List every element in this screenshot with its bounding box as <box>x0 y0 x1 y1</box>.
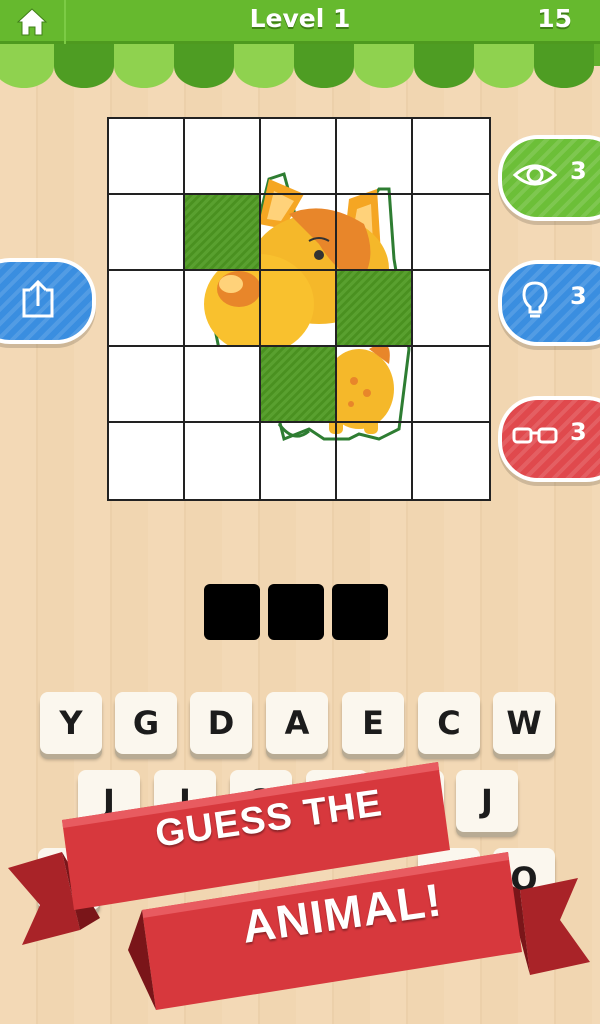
tile <box>261 271 337 347</box>
tile <box>261 195 337 271</box>
answer-slot[interactable] <box>204 584 260 640</box>
tile[interactable] <box>109 271 185 347</box>
coin-count: 15 <box>537 4 572 33</box>
tile[interactable] <box>185 347 261 423</box>
tile[interactable] <box>109 347 185 423</box>
letter-key[interactable]: O <box>493 848 555 910</box>
share-icon <box>22 279 54 318</box>
share-button[interactable] <box>0 258 96 344</box>
glasses-count: 3 <box>570 418 587 446</box>
tile-grid <box>109 119 489 499</box>
answer-slot[interactable] <box>332 584 388 640</box>
tile[interactable] <box>109 119 185 195</box>
answer-slot[interactable] <box>268 584 324 640</box>
tile[interactable] <box>185 423 261 499</box>
tile <box>337 195 413 271</box>
level-title: Level 1 <box>249 4 351 33</box>
tile <box>337 347 413 423</box>
top-bar: Level 1 15 <box>0 0 600 44</box>
glasses-icon <box>512 427 558 444</box>
tile <box>337 119 413 195</box>
answer-slots <box>204 584 388 640</box>
reveal-count: 3 <box>570 157 587 185</box>
letter-key[interactable]: A <box>266 692 328 754</box>
hint-button[interactable]: 3 <box>498 260 600 346</box>
tile[interactable] <box>413 119 489 195</box>
letter-key[interactable]: W <box>493 692 555 754</box>
tile[interactable] <box>413 347 489 423</box>
eye-icon <box>512 164 558 186</box>
letter-key[interactable]: D <box>190 692 252 754</box>
tile[interactable] <box>413 271 489 347</box>
tile[interactable] <box>109 195 185 271</box>
reveal-button[interactable]: 3 <box>498 135 600 221</box>
tile <box>261 119 337 195</box>
tile[interactable] <box>185 119 261 195</box>
tile[interactable] <box>413 195 489 271</box>
tile[interactable] <box>337 271 413 347</box>
banner-line-2: ANIMAL! <box>238 873 446 953</box>
letter-key[interactable]: E <box>342 692 404 754</box>
hint-count: 3 <box>570 282 587 310</box>
tile <box>261 423 337 499</box>
awning-decoration <box>0 44 600 88</box>
letter-key[interactable]: J <box>456 770 518 832</box>
tile[interactable] <box>413 423 489 499</box>
letter-key[interactable] <box>38 848 100 910</box>
tile[interactable] <box>109 423 185 499</box>
tile[interactable] <box>261 347 337 423</box>
puzzle-board <box>107 117 491 501</box>
tile[interactable] <box>185 195 261 271</box>
letter-key[interactable]: G <box>115 692 177 754</box>
tile <box>185 271 261 347</box>
letter-key[interactable]: Y <box>40 692 102 754</box>
glasses-button[interactable]: 3 <box>498 396 600 482</box>
tile <box>337 423 413 499</box>
lightbulb-icon <box>522 281 548 318</box>
letter-key[interactable]: C <box>418 692 480 754</box>
